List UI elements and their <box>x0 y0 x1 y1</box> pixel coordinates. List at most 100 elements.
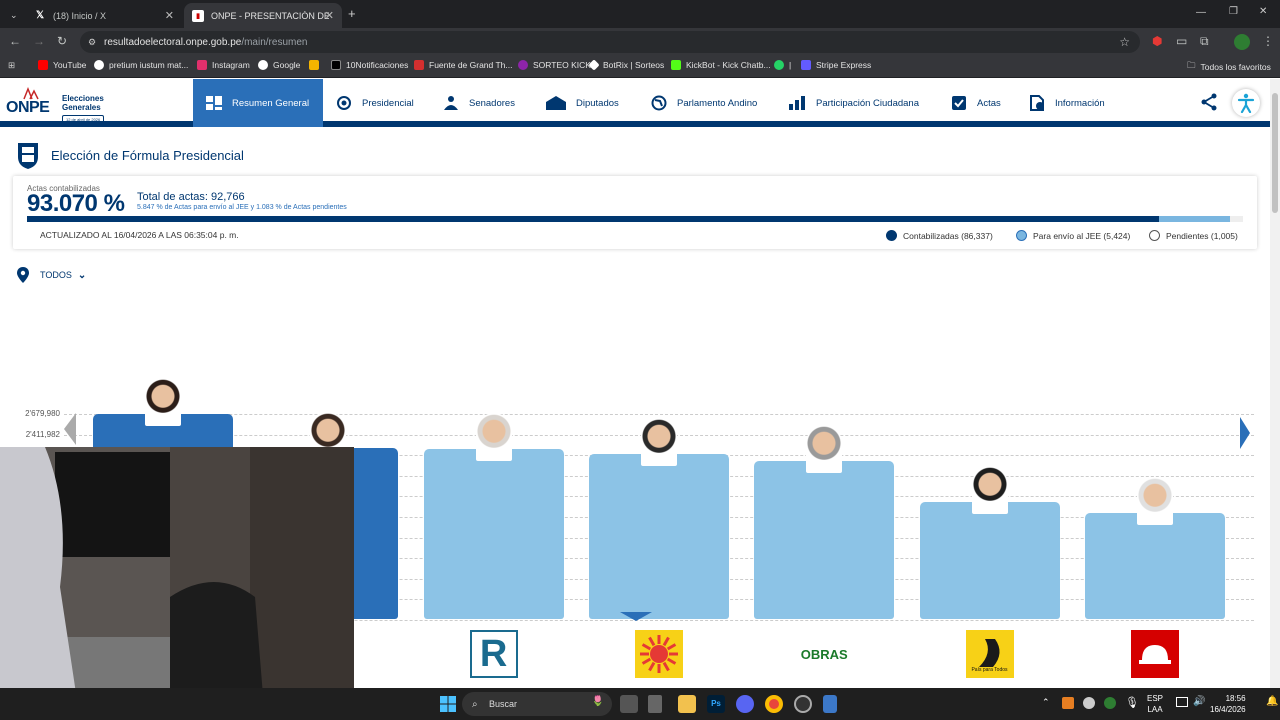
close-icon[interactable]: ✕ <box>325 9 334 22</box>
bookmark-botrix[interactable]: BotRix | Sorteos <box>588 59 664 71</box>
profile-avatar[interactable] <box>1234 34 1250 50</box>
scrollbar-thumb[interactable] <box>1272 93 1278 213</box>
bookmark-icon <box>414 60 424 70</box>
nav-parlamento-andino[interactable]: Parlamento Andino <box>650 79 757 127</box>
bookmark-whatsapp[interactable]: | <box>774 60 791 70</box>
network-icon[interactable] <box>1176 697 1188 707</box>
youtube-icon <box>38 60 48 70</box>
bookmark-unnamed[interactable] <box>309 60 324 70</box>
star-icon[interactable]: ☆ <box>1119 35 1130 49</box>
tray-app-icon[interactable] <box>1062 697 1074 709</box>
candidate-photo[interactable] <box>475 413 512 462</box>
maximize-button[interactable]: ❐ <box>1229 6 1238 17</box>
party-logo-pais-para-todos[interactable]: País para Todos <box>965 630 1014 678</box>
chamber-icon <box>546 96 566 110</box>
bookmark-gta[interactable]: Fuente de Grand Th... <box>414 60 512 70</box>
close-window-button[interactable]: ✕ <box>1259 6 1267 17</box>
bookmark-google[interactable]: Google <box>258 60 300 70</box>
page-scrollbar[interactable] <box>1270 79 1280 688</box>
bookmark-pretium[interactable]: pretium iustum mat... <box>94 60 188 70</box>
forward-icon[interactable]: → <box>33 34 45 48</box>
extensions-puzzle-icon[interactable]: ⧉ <box>1200 34 1209 49</box>
candidate-photo[interactable] <box>806 424 843 473</box>
bookmark-icon <box>588 59 600 71</box>
search-label: Buscar <box>489 699 518 709</box>
accessibility-button[interactable] <box>1232 89 1260 117</box>
carousel-next-arrow[interactable] <box>1240 417 1250 449</box>
microphone-icon[interactable]: 🎙 <box>1125 696 1139 709</box>
bookmark-kickbot[interactable]: KickBot - Kick Chatb... <box>671 60 771 70</box>
extension-red-icon[interactable]: ⬢ <box>1152 34 1162 48</box>
candidate-photo[interactable] <box>971 465 1008 514</box>
language-indicator[interactable]: ESP LAA <box>1147 693 1163 715</box>
tray-app-icon[interactable] <box>1104 697 1116 709</box>
obs-icon[interactable] <box>794 695 812 713</box>
candidate-bar[interactable] <box>754 460 895 619</box>
legend-label: Para envío al JEE (5,424) <box>1033 230 1131 241</box>
speaker-icon[interactable]: 🔊 <box>1193 696 1205 707</box>
nav-presidencial[interactable]: Presidencial <box>335 79 414 127</box>
party-logo-sun[interactable] <box>634 630 683 678</box>
back-icon[interactable]: ← <box>9 34 21 48</box>
new-tab-button[interactable]: + <box>348 6 356 21</box>
bookmark-notificaciones[interactable]: 10Notificaciones <box>331 60 408 70</box>
tab-list-button[interactable]: ⌄ <box>0 3 26 28</box>
calculator-icon[interactable] <box>823 695 837 713</box>
notifications-icon[interactable]: 🔔 <box>1266 696 1278 707</box>
clock-date: 16/4/2026 <box>1210 705 1246 714</box>
nav-actas[interactable]: Actas <box>950 79 1001 127</box>
candidate-bar[interactable] <box>423 449 564 619</box>
app-icon[interactable] <box>648 695 662 713</box>
clock-time: 18:56 <box>1225 694 1246 703</box>
address-bar[interactable]: ⚙ resultadoelectoral.onpe.gob.pe/main/re… <box>80 31 1140 53</box>
menu-icon[interactable]: ⋮ <box>1262 34 1274 48</box>
file-explorer-icon[interactable] <box>678 695 696 713</box>
info-document-icon <box>1030 95 1044 111</box>
tab-x-home[interactable]: 𝕏 (18) Inicio / X ✕ <box>26 3 182 28</box>
cloud-icon[interactable] <box>1083 697 1095 709</box>
nav-resumen-general[interactable]: Resumen General <box>193 79 323 127</box>
y-tick-label: 2'679,980 <box>25 409 60 418</box>
bookmark-stripe[interactable]: Stripe Express <box>801 60 871 70</box>
google-icon <box>94 60 104 70</box>
chrome-icon[interactable] <box>765 695 783 713</box>
party-logo-renovacion[interactable]: R <box>469 630 518 678</box>
candidate-photo[interactable] <box>145 378 181 426</box>
party-logo-obras[interactable]: OBRAS <box>800 630 848 678</box>
minimize-button[interactable]: — <box>1196 7 1206 18</box>
tab-onpe[interactable]: ▮ ONPE - PRESENTACIÓN DE RES ✕ <box>184 3 342 28</box>
tulips-icon: 🌷 <box>591 696 604 707</box>
onpe-logo[interactable]: ONPE Elecciones Generales 12 de abril de … <box>6 87 116 124</box>
system-clock[interactable]: 18:56 16/4/2026 <box>1210 693 1246 715</box>
discord-icon[interactable] <box>736 695 754 713</box>
reload-icon[interactable]: ↻ <box>57 34 67 48</box>
taskbar-search[interactable]: ⌕ Buscar 🌷 <box>462 692 612 716</box>
nav-senadores[interactable]: Senadores <box>442 79 515 127</box>
photoshop-icon[interactable]: Ps <box>707 695 725 713</box>
chevron-up-icon[interactable]: ⌃ <box>1042 697 1050 708</box>
candidate-bar[interactable] <box>588 453 729 619</box>
task-view-icon[interactable] <box>620 695 638 713</box>
candidate-bar[interactable] <box>1084 513 1225 619</box>
carousel-prev-arrow[interactable] <box>64 413 76 445</box>
bookmark-sorteo-kick[interactable]: SORTEO KICK <box>518 60 591 70</box>
location-filter[interactable]: TODOS ⌄ <box>16 266 86 284</box>
bookmark-youtube[interactable]: YouTube <box>38 60 86 70</box>
y-tick-label: 2'411,982 <box>25 429 60 439</box>
site-info-icon[interactable]: ⚙ <box>88 37 96 48</box>
close-icon[interactable]: ✕ <box>165 9 174 22</box>
share-icon[interactable] <box>1200 93 1218 111</box>
apps-grid-icon[interactable]: ⊞ <box>8 60 15 71</box>
windows-start-icon[interactable] <box>440 696 456 712</box>
nav-informacion[interactable]: Información <box>1028 79 1105 127</box>
extension-icon[interactable]: ▭ <box>1176 34 1187 48</box>
bookmark-instagram[interactable]: Instagram <box>197 60 250 70</box>
nav-participacion-ciudadana[interactable]: Participación Ciudadana <box>787 79 919 127</box>
nav-diputados[interactable]: Diputados <box>545 79 619 127</box>
candidate-photo[interactable] <box>1136 477 1173 526</box>
candidate-bar[interactable] <box>919 501 1060 619</box>
filter-label: TODOS <box>40 270 72 280</box>
candidate-photo[interactable] <box>640 417 677 466</box>
all-favorites-folder[interactable]: 🗀 Todos los favoritos <box>1187 60 1271 74</box>
party-logo-helmet[interactable] <box>1130 630 1179 678</box>
